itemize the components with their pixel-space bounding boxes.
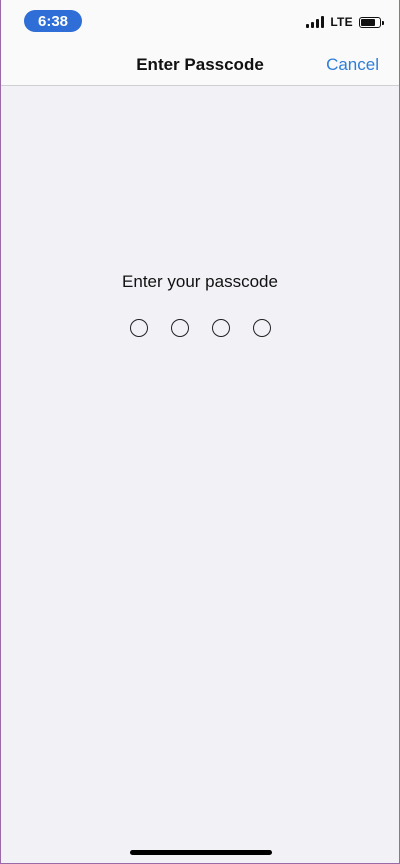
passcode-dot	[211, 319, 230, 337]
cellular-signal-icon	[306, 16, 325, 28]
passcode-dot	[170, 319, 189, 337]
status-bar: 6:38 LTE	[1, 0, 399, 44]
battery-icon	[359, 16, 384, 28]
passcode-dot	[252, 319, 271, 337]
navigation-bar: Enter Passcode Cancel	[1, 44, 399, 86]
passcode-screen: 6:38 LTE Enter Passcode Cancel Enter you…	[0, 0, 400, 864]
home-indicator[interactable]	[130, 850, 272, 855]
network-type-label: LTE	[330, 15, 353, 29]
status-time: 6:38	[24, 10, 82, 32]
cancel-button[interactable]: Cancel	[326, 55, 379, 75]
passcode-dots[interactable]	[1, 319, 399, 337]
battery-level-fill	[361, 18, 375, 26]
passcode-dot	[129, 319, 148, 337]
passcode-prompt: Enter your passcode	[122, 272, 278, 291]
status-indicators: LTE	[306, 14, 384, 30]
